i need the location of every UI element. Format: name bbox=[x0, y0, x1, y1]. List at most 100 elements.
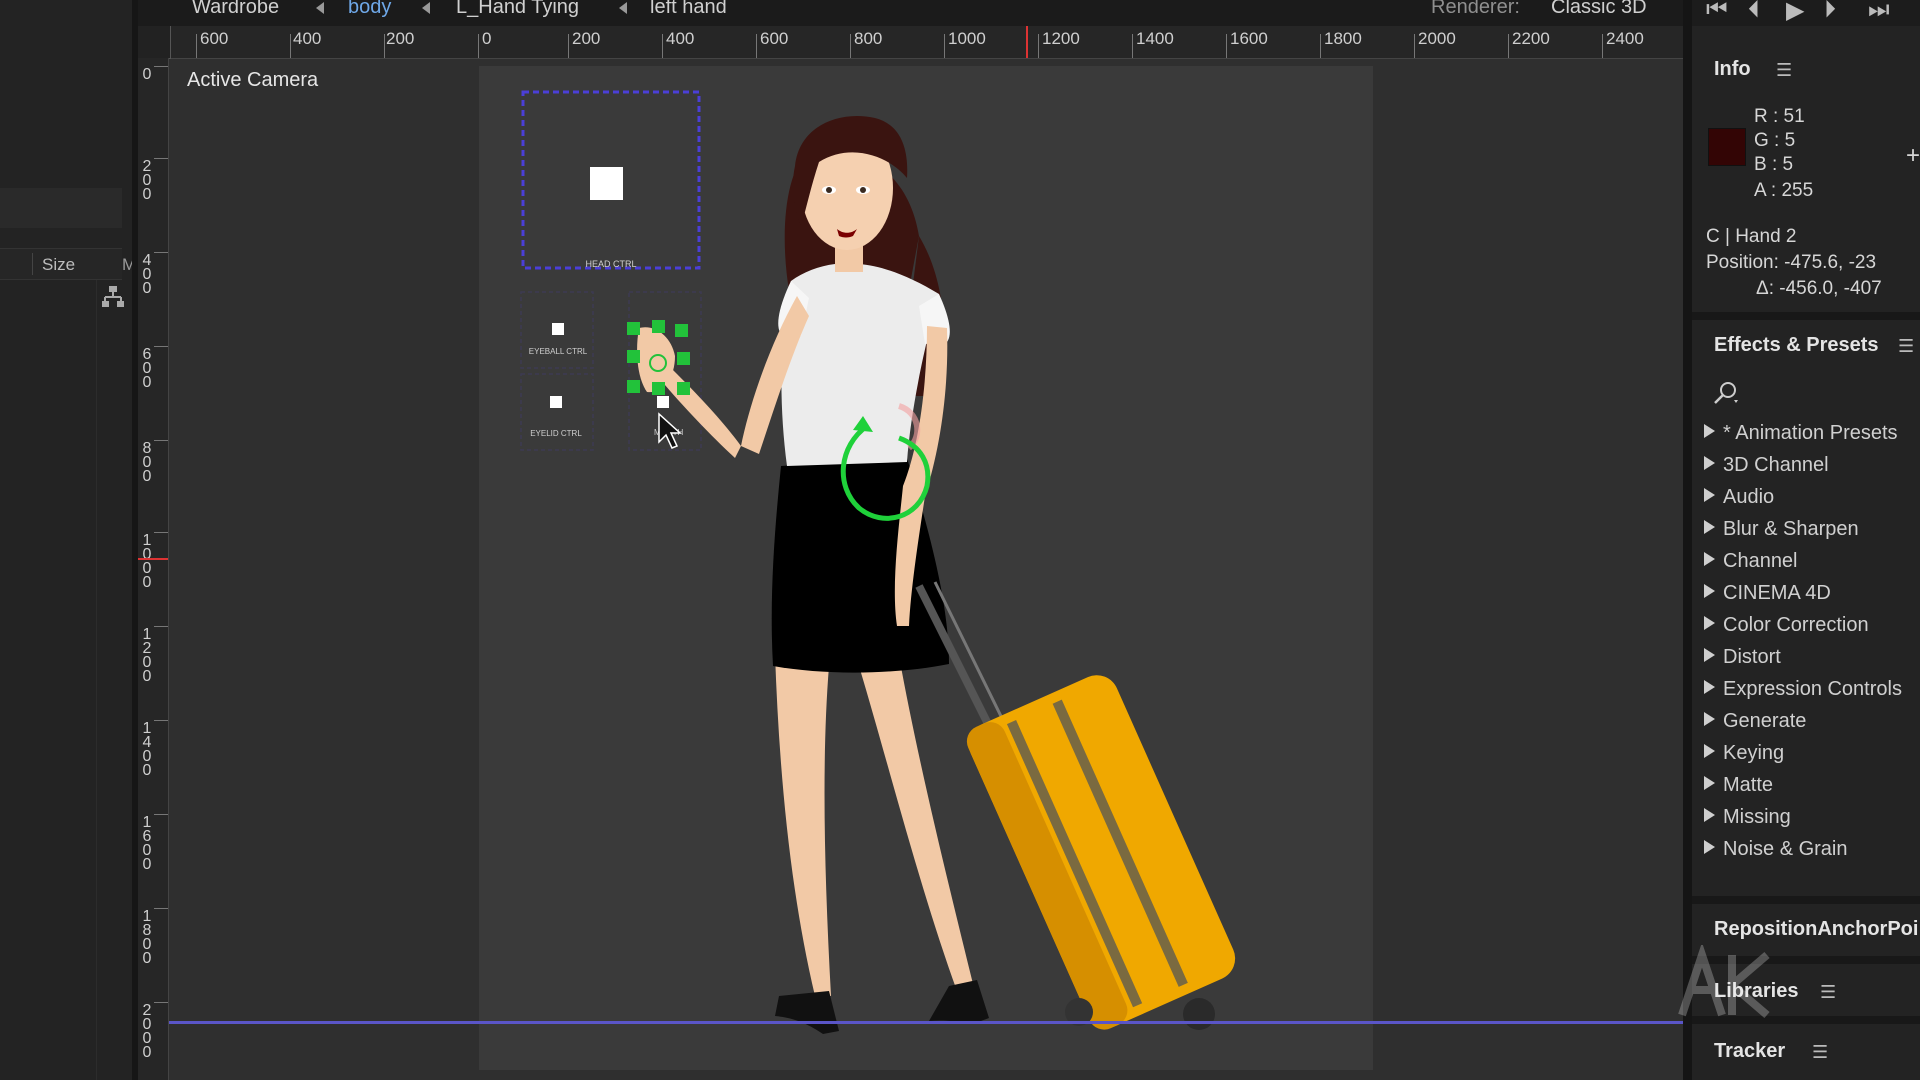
search-icon[interactable] bbox=[1712, 380, 1742, 406]
horizontal-ruler[interactable]: 600 400 200 0 200 400 600 800 1000 1200 … bbox=[138, 26, 1683, 59]
breadcrumb-body[interactable]: body bbox=[348, 0, 391, 19]
last-frame-icon[interactable]: ⏭ bbox=[1868, 0, 1890, 24]
expand-triangle-icon bbox=[1704, 456, 1715, 470]
effect-category[interactable]: Keying bbox=[1704, 742, 1784, 765]
expand-triangle-icon bbox=[1704, 616, 1715, 630]
effect-category[interactable]: Missing bbox=[1704, 806, 1791, 829]
effect-category[interactable]: Blur & Sharpen bbox=[1704, 518, 1859, 541]
flowchart-icon[interactable] bbox=[100, 284, 126, 310]
breadcrumb-wardrobe[interactable]: Wardrobe bbox=[192, 0, 279, 19]
ruler-label: 1600 bbox=[1230, 29, 1268, 48]
ruler-label: 400 bbox=[666, 29, 695, 48]
effect-category[interactable]: CINEMA 4D bbox=[1704, 582, 1831, 605]
ruler-label: 200 bbox=[386, 29, 415, 48]
effect-category[interactable]: * Animation Presets bbox=[1704, 422, 1898, 445]
breadcrumb-left-hand[interactable]: left hand bbox=[650, 0, 727, 19]
breadcrumb-arrow-icon bbox=[316, 2, 324, 14]
ruler-label: 2400 bbox=[1606, 29, 1644, 48]
effect-category[interactable]: Audio bbox=[1704, 486, 1774, 509]
expand-triangle-icon bbox=[1704, 648, 1715, 662]
effect-category[interactable]: 3D Channel bbox=[1704, 454, 1829, 477]
tracker-menu-icon[interactable]: ☰ bbox=[1812, 1042, 1828, 1063]
info-panel-title[interactable]: Info bbox=[1714, 58, 1751, 81]
first-frame-icon[interactable]: ⏮ bbox=[1706, 0, 1728, 24]
libraries-menu-icon[interactable]: ☰ bbox=[1820, 982, 1836, 1003]
effect-category-label: Channel bbox=[1723, 550, 1798, 572]
info-red: R : 51 bbox=[1754, 106, 1805, 127]
composition-canvas[interactable]: HEAD CTRL EYEBALL CTRL EYELID CTRL E MOU… bbox=[479, 66, 1373, 1070]
breadcrumb-l-hand-tying[interactable]: L_Hand Tying bbox=[456, 0, 579, 19]
effect-category-label: Blur & Sharpen bbox=[1723, 518, 1859, 540]
right-panels: ⏮ ⏴ ▶ ⏵ ⏭ Info ☰ R : 51 G : 5 B : 5 A : … bbox=[1692, 0, 1920, 1080]
eyelid-control[interactable] bbox=[520, 373, 594, 451]
eyeball-control[interactable] bbox=[520, 291, 594, 369]
effect-category-label: Audio bbox=[1723, 486, 1775, 508]
expand-triangle-icon bbox=[1704, 712, 1715, 726]
ruler-origin[interactable] bbox=[138, 26, 171, 59]
composition-navigator: Wardrobe body L_Hand Tying left hand Ren… bbox=[138, 0, 1683, 26]
vertical-ruler[interactable]: 0 200 400 600 800 1000 1200 1400 1600 18… bbox=[138, 58, 169, 1080]
ruler-label: 600 bbox=[200, 29, 229, 48]
panel-divider[interactable] bbox=[1683, 0, 1692, 1080]
expand-triangle-icon bbox=[1704, 840, 1715, 854]
effect-category-label: Color Correction bbox=[1723, 614, 1869, 636]
effect-category[interactable]: Generate bbox=[1704, 710, 1806, 733]
column-divider bbox=[96, 280, 97, 1080]
info-position: Position: -475.6, -23 bbox=[1706, 252, 1877, 273]
previous-frame-icon[interactable]: ⏴ bbox=[1748, 0, 1760, 24]
effect-category[interactable]: Expression Controls bbox=[1704, 678, 1902, 701]
effects-panel-title[interactable]: Effects & Presets bbox=[1714, 334, 1879, 357]
ruler-cursor-marker bbox=[1026, 26, 1028, 58]
composition-viewer[interactable]: Active Camera HEAD CTRL EYEBALL CTRL EYE… bbox=[169, 59, 1683, 1080]
head-control[interactable] bbox=[521, 90, 701, 270]
ruler-label: 1000 bbox=[948, 29, 986, 48]
effect-category-label: * Animation Presets bbox=[1723, 422, 1898, 444]
column-separator[interactable] bbox=[32, 253, 33, 275]
ruler-label: 200 bbox=[572, 29, 601, 48]
crosshair-icon: + bbox=[1906, 142, 1920, 169]
info-blue: B : 5 bbox=[1754, 154, 1794, 175]
tracker-panel-title[interactable]: Tracker bbox=[1714, 1040, 1785, 1063]
expand-triangle-icon bbox=[1704, 808, 1715, 822]
character-artwork[interactable]: HEAD CTRL EYEBALL CTRL EYELID CTRL E MOU… bbox=[479, 66, 1373, 1070]
info-alpha: A : 255 bbox=[1754, 180, 1814, 201]
size-column-header[interactable]: Size M bbox=[0, 248, 136, 280]
ruler-label: 400 bbox=[142, 252, 152, 297]
info-menu-icon[interactable]: ☰ bbox=[1776, 60, 1792, 81]
breadcrumb-arrow-icon bbox=[422, 2, 430, 14]
effect-category[interactable]: Channel bbox=[1704, 550, 1798, 573]
effect-category-label: Expression Controls bbox=[1723, 678, 1902, 700]
effect-category[interactable]: Noise & Grain bbox=[1704, 838, 1848, 861]
ruler-label: 400 bbox=[293, 29, 322, 48]
guide-line[interactable] bbox=[169, 1021, 1683, 1024]
ruler-label: 1800 bbox=[1324, 29, 1362, 48]
play-icon[interactable]: ▶ bbox=[1786, 0, 1804, 25]
expand-triangle-icon bbox=[1704, 520, 1715, 534]
effects-menu-icon[interactable]: ☰ bbox=[1898, 336, 1914, 357]
head-ctrl-label: HEAD CTRL bbox=[585, 259, 636, 269]
ruler-label: 1200 bbox=[142, 626, 152, 685]
reposition-panel-title[interactable]: RepositionAnchorPoi bbox=[1714, 918, 1918, 941]
ruler-label: 800 bbox=[854, 29, 883, 48]
effect-category-label: Matte bbox=[1723, 774, 1774, 796]
effect-category-label: 3D Channel bbox=[1723, 454, 1829, 476]
eyeball-ctrl-label: EYEBALL CTRL bbox=[529, 347, 588, 356]
info-color-swatch bbox=[1708, 128, 1746, 166]
expand-triangle-icon bbox=[1704, 776, 1715, 790]
effect-category-label: CINEMA 4D bbox=[1723, 582, 1831, 604]
expand-triangle-icon bbox=[1704, 744, 1715, 758]
effect-category[interactable]: Distort bbox=[1704, 646, 1781, 669]
renderer-value[interactable]: Classic 3D bbox=[1551, 0, 1647, 19]
next-frame-icon[interactable]: ⏵ bbox=[1824, 0, 1836, 24]
effect-category[interactable]: Color Correction bbox=[1704, 614, 1869, 637]
ruler-label: 1800 bbox=[142, 908, 152, 967]
ruler-label: 1200 bbox=[1042, 29, 1080, 48]
expand-triangle-icon bbox=[1704, 680, 1715, 694]
effect-category[interactable]: Matte bbox=[1704, 774, 1773, 797]
project-panel: Size M bbox=[0, 0, 136, 1080]
suitcase bbox=[966, 675, 1236, 1030]
ruler-label: 600 bbox=[142, 346, 152, 391]
project-row[interactable] bbox=[0, 188, 122, 228]
ruler-label: 800 bbox=[142, 440, 152, 485]
renderer-label: Renderer: bbox=[1431, 0, 1520, 18]
